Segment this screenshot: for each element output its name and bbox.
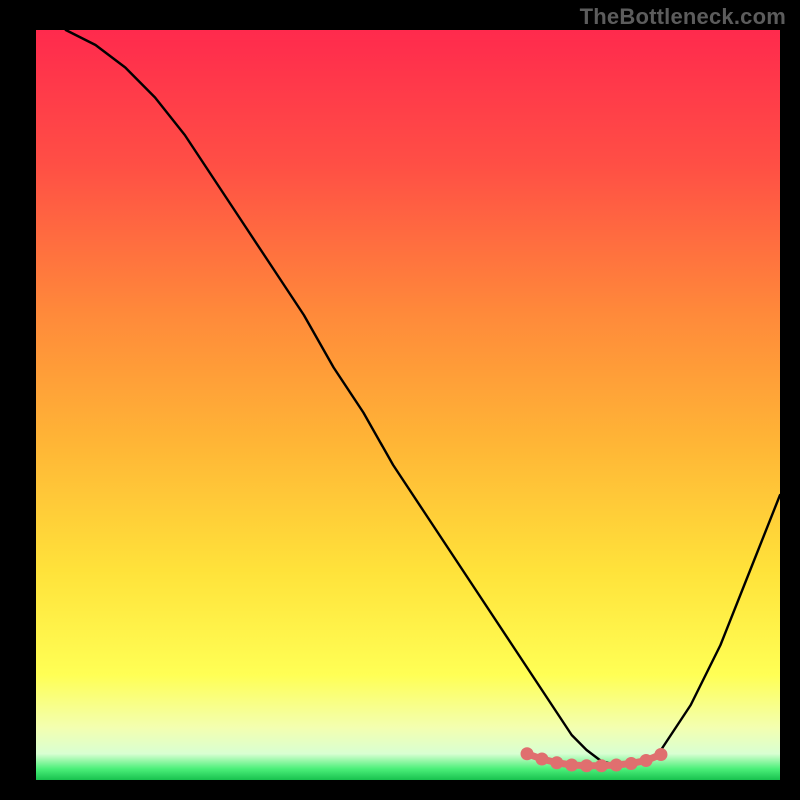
chart-svg-wrap xyxy=(0,0,800,800)
plot-background xyxy=(36,30,780,780)
watermark-text: TheBottleneck.com xyxy=(580,4,786,30)
chart-svg xyxy=(0,0,800,800)
chart-container: TheBottleneck.com xyxy=(0,0,800,800)
